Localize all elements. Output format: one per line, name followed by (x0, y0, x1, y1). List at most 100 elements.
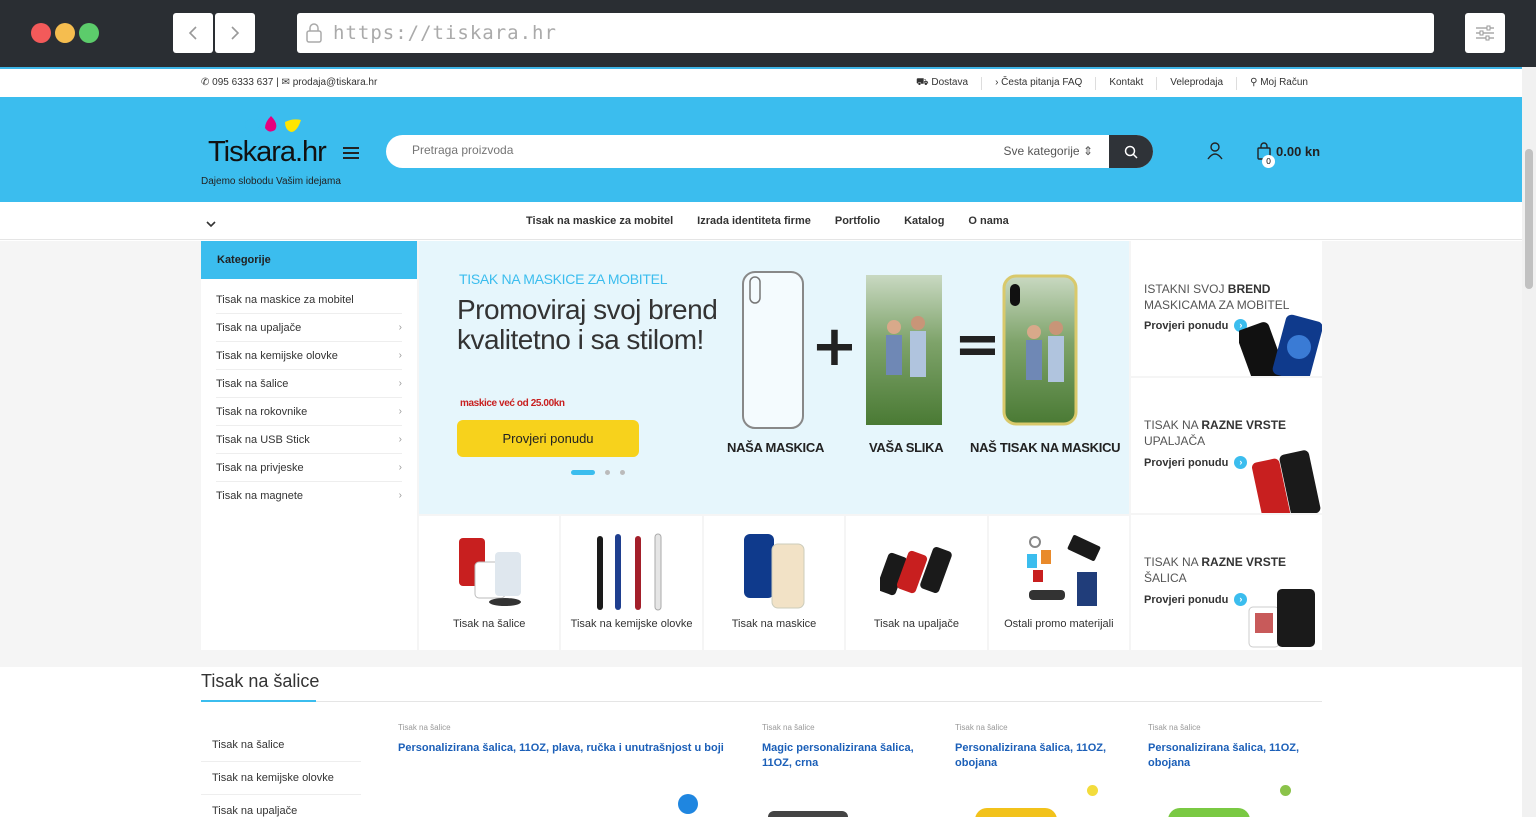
product-card[interactable]: Tisak na šalice Personalizirana šalica, … (398, 723, 728, 756)
address-bar[interactable]: https://tiskara.hr (297, 13, 1434, 53)
account-button[interactable] (1207, 142, 1223, 164)
tile-label: Tisak na maskice (731, 618, 817, 630)
promo-card-link[interactable]: Provjeri ponudu › (1144, 456, 1248, 469)
hero-kicker: TISAK NA MASKICE ZA MOBITEL (459, 271, 668, 287)
search-button[interactable] (1109, 135, 1153, 168)
promo-card-link[interactable]: Provjeri ponudu › (1144, 593, 1248, 606)
scrollbar-thumb[interactable] (1525, 149, 1533, 289)
sidebar-title: Kategorije (201, 241, 417, 279)
sublink-upaljace[interactable]: Tisak na upaljače (201, 795, 361, 817)
top-link-kontakt[interactable]: Kontakt (1095, 77, 1156, 90)
nav-dropdown-toggle[interactable] (206, 215, 216, 233)
maximize-window-button[interactable] (79, 23, 99, 43)
main-navigation: Tisak na maskice za mobitel Izrada ident… (0, 202, 1522, 240)
promo-materials-image (1026, 535, 1100, 606)
sidebar-item-olovke[interactable]: Tisak na kemijske olovke › (216, 342, 402, 370)
sort-arrows-icon: ⇕ (1082, 144, 1093, 158)
nav-item-katalog[interactable]: Katalog (904, 215, 944, 227)
search-bar: Sve kategorije ⇕ (386, 135, 1153, 168)
slider-dot-2[interactable] (605, 470, 610, 475)
section-sublinks: Tisak na šalice Tisak na kemijske olovke… (201, 729, 361, 817)
printed-phone-case-image (1002, 274, 1078, 426)
sidebar-item-salice[interactable]: Tisak na šalice › (216, 370, 402, 398)
product-image (768, 811, 848, 817)
product-card[interactable]: Tisak na šalice Personalizirana šalica, … (1148, 723, 1308, 771)
page-scrollbar[interactable] (1522, 67, 1536, 817)
top-link-veleprodaja[interactable]: Veleprodaja (1156, 77, 1236, 90)
sidebar-item-usb[interactable]: Tisak na USB Stick › (216, 426, 402, 454)
nav-item-portfolio[interactable]: Portfolio (835, 215, 880, 227)
cart-count-badge: 0 (1262, 155, 1275, 168)
tile-promo[interactable]: Ostali promo materijali (988, 516, 1130, 650)
site-logo[interactable]: Tiskara.hr Dajemo slobodu Vašim idejama (201, 114, 361, 190)
chevron-right-icon: › (398, 462, 402, 473)
color-swatch-green[interactable] (1280, 785, 1291, 796)
nav-item-identitet[interactable]: Izrada identiteta firme (697, 215, 811, 227)
promo-card-salice[interactable]: TISAK NA RAZNE VRSTE ŠALICA Provjeri ponu… (1131, 515, 1322, 650)
phone-cases-image (1239, 314, 1322, 376)
tile-salice[interactable]: Tisak na šalice (419, 516, 560, 650)
mugs-image (1248, 589, 1315, 648)
slider-dots (571, 470, 625, 475)
slider-dot-3[interactable] (620, 470, 625, 475)
sidebar-item-privjeske[interactable]: Tisak na privjeske › (216, 454, 402, 482)
sidebar-item-rokovnike[interactable]: Tisak na rokovnike › (216, 398, 402, 426)
phone-number[interactable]: 095 6333 637 (212, 77, 273, 88)
tile-upaljace[interactable]: Tisak na upaljače (846, 516, 987, 650)
product-category[interactable]: Tisak na šalice (762, 723, 922, 732)
clear-phone-case-image (742, 271, 804, 429)
forward-button[interactable] (215, 13, 255, 53)
sidebar-item-magnete[interactable]: Tisak na magnete › (216, 482, 402, 510)
chevron-right-icon: › (398, 322, 402, 333)
top-link-account[interactable]: ⚲ Moj Račun (1236, 77, 1321, 90)
color-swatch-yellow[interactable] (1087, 785, 1098, 796)
tile-label: Tisak na upaljače (873, 618, 960, 630)
product-category[interactable]: Tisak na šalice (398, 723, 728, 732)
phone-icon: ✆ (201, 77, 210, 88)
nav-item-maskice[interactable]: Tisak na maskice za mobitel (526, 215, 673, 227)
site-header: Tiskara.hr Dajemo slobodu Vašim idejama … (0, 97, 1522, 202)
tile-label: Ostali promo materijali (1004, 618, 1114, 630)
category-select[interactable]: Sve kategorije ⇕ (1004, 144, 1093, 158)
hamburger-menu-button[interactable] (342, 145, 360, 164)
top-links: ⛟ Dostava › Česta pitanja FAQ Kontakt Ve… (903, 77, 1321, 90)
top-link-faq[interactable]: › Česta pitanja FAQ (981, 77, 1095, 90)
back-button[interactable] (173, 13, 213, 53)
product-name[interactable]: Personalizirana šalica, 11OZ, obojana (1148, 741, 1308, 771)
plus-icon: + (811, 314, 858, 379)
minimize-window-button[interactable] (55, 23, 75, 43)
sidebar-item-maskice[interactable]: Tisak na maskice za mobitel (216, 286, 402, 314)
pens-image (597, 533, 662, 611)
product-category[interactable]: Tisak na šalice (1148, 723, 1308, 732)
browser-chrome: https://tiskara.hr (0, 0, 1536, 67)
search-input[interactable] (412, 143, 912, 157)
top-link-dostava[interactable]: ⛟ Dostava (903, 77, 981, 90)
mail-icon: ✉ (281, 77, 290, 88)
tile-olovke[interactable]: Tisak na kemijske olovke (561, 516, 702, 650)
hero-cta-button[interactable]: Provjeri ponudu (457, 420, 639, 457)
product-category[interactable]: Tisak na šalice (955, 723, 1115, 732)
product-card[interactable]: Tisak na šalice Personalizirana šalica, … (955, 723, 1115, 771)
chevron-right-icon: › (398, 434, 402, 445)
promo-card-maskice[interactable]: ISTAKNI SVOJ BREND MASKICAMA ZA MOBITEL P… (1131, 241, 1322, 376)
cart-total[interactable]: 0.00 kn (1276, 144, 1320, 159)
mugs-image (459, 538, 521, 606)
sublink-salice[interactable]: Tisak na šalice (201, 729, 361, 762)
slider-dot-1[interactable] (571, 470, 595, 475)
chevron-right-icon: › (398, 350, 402, 361)
promo-card-link[interactable]: Provjeri ponudu › (1144, 319, 1248, 332)
sidebar-item-upaljace[interactable]: Tisak na upaljače › (216, 314, 402, 342)
product-name[interactable]: Personalizirana šalica, 11OZ, obojana (955, 741, 1115, 771)
email-link[interactable]: prodaja@tiskara.hr (293, 77, 378, 88)
sublink-olovke[interactable]: Tisak na kemijske olovke (201, 762, 361, 795)
close-window-button[interactable] (31, 23, 51, 43)
nav-item-o-nama[interactable]: O nama (968, 215, 1008, 227)
product-name[interactable]: Magic personalizirana šalica, 11OZ, crna (762, 741, 922, 771)
product-card[interactable]: Tisak na šalice Magic personalizirana ša… (762, 723, 922, 771)
browser-menu-button[interactable] (1465, 13, 1505, 53)
section-divider (201, 701, 1322, 702)
promo-card-upaljaci[interactable]: TISAK NA RAZNE VRSTE UPALJAČA Provjeri po… (1131, 378, 1322, 513)
tile-maskice[interactable]: Tisak na maskice (703, 516, 845, 650)
color-swatch-blue[interactable] (678, 794, 698, 814)
product-name[interactable]: Personalizirana šalica, 11OZ, plava, ruč… (398, 741, 728, 756)
